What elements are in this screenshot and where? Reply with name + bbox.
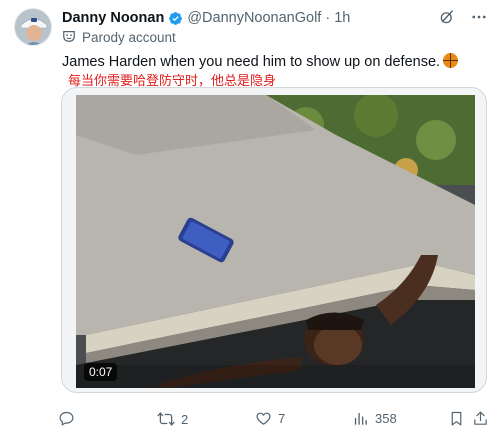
views-chart-icon bbox=[352, 410, 369, 427]
views-button[interactable]: 358 bbox=[352, 410, 397, 427]
share-icon bbox=[472, 410, 489, 427]
retweet-icon bbox=[157, 410, 175, 428]
author-avatar[interactable] bbox=[14, 8, 52, 46]
author-handle[interactable]: @DannyNoonanGolf bbox=[187, 10, 321, 26]
bookmark-button[interactable] bbox=[448, 410, 465, 427]
views-count: 358 bbox=[375, 411, 397, 426]
tweet-text: James Harden when you need him to show u… bbox=[62, 53, 459, 70]
parody-label-text: Parody account bbox=[82, 30, 176, 45]
tweet-actions-bar: 2 7 358 bbox=[58, 410, 488, 434]
retweet-button[interactable]: 2 bbox=[157, 410, 188, 428]
bookmark-icon bbox=[448, 410, 465, 427]
reply-icon bbox=[58, 410, 75, 427]
tweet-text-content: James Harden when you need him to show u… bbox=[62, 54, 441, 70]
parody-mask-icon bbox=[62, 29, 76, 46]
reply-button[interactable] bbox=[58, 410, 81, 427]
verified-badge-icon bbox=[168, 11, 183, 26]
author-display-name[interactable]: Danny Noonan bbox=[62, 10, 164, 26]
more-options-icon[interactable] bbox=[470, 8, 488, 26]
tweet-card[interactable]: Danny Noonan @DannyNoonanGolf · 1h Parod… bbox=[0, 0, 500, 440]
tweet-timestamp[interactable]: 1h bbox=[334, 10, 350, 26]
heart-icon bbox=[255, 410, 272, 427]
like-button[interactable]: 7 bbox=[255, 410, 285, 427]
share-button[interactable] bbox=[472, 410, 489, 427]
media-container[interactable]: 0:07 bbox=[61, 87, 487, 393]
video-frame bbox=[76, 95, 475, 388]
tweet-header: Danny Noonan @DannyNoonanGolf · 1h bbox=[62, 8, 488, 28]
video-duration: 0:07 bbox=[84, 363, 118, 381]
like-count: 7 bbox=[278, 411, 286, 426]
grok-icon[interactable] bbox=[438, 8, 456, 26]
retweet-count: 2 bbox=[181, 411, 189, 427]
basketball-emoji-icon bbox=[443, 53, 459, 68]
parody-label: Parody account bbox=[62, 29, 176, 46]
separator-dot: · bbox=[325, 10, 331, 26]
header-actions bbox=[438, 8, 488, 26]
video-player[interactable]: 0:07 bbox=[76, 95, 475, 388]
